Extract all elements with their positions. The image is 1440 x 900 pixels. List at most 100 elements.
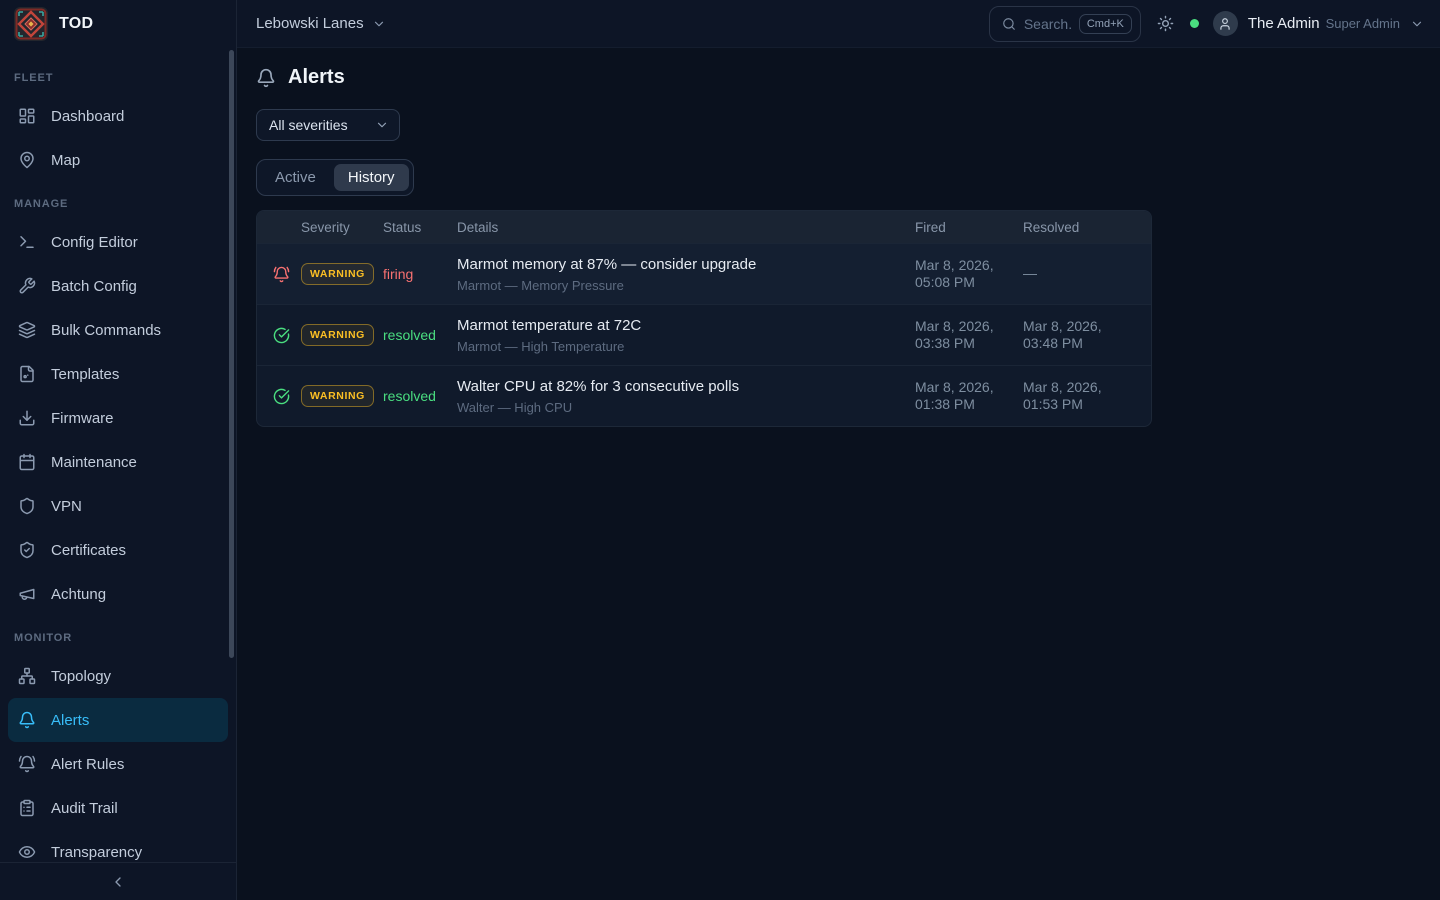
bell-icon bbox=[256, 68, 276, 88]
alert-title: Walter CPU at 82% for 3 consecutive poll… bbox=[457, 378, 915, 395]
clipboard-list-icon bbox=[18, 799, 36, 817]
user-role: Super Admin bbox=[1326, 16, 1400, 31]
bell-ring-icon bbox=[18, 755, 36, 773]
sidebar-item-firmware[interactable]: Firmware bbox=[8, 396, 228, 440]
alerts-page: Alerts All severities Active History Sev… bbox=[237, 48, 1440, 900]
sidebar-item-label: Transparency bbox=[51, 844, 142, 861]
calendar-icon bbox=[18, 453, 36, 471]
sidebar-item-dashboard[interactable]: Dashboard bbox=[8, 94, 228, 138]
bell-icon bbox=[18, 711, 36, 729]
wrench-icon bbox=[18, 277, 36, 295]
sun-icon bbox=[1157, 15, 1174, 32]
topbar: Lebowski Lanes Cmd+K bbox=[237, 0, 1440, 48]
fired-time: Mar 8, 2026, 01:38 PM bbox=[915, 379, 1023, 414]
sidebar-item-label: Certificates bbox=[51, 542, 126, 559]
search-input[interactable] bbox=[1024, 16, 1071, 32]
dashboard-grid-icon bbox=[18, 107, 36, 125]
megaphone-icon bbox=[18, 585, 36, 603]
alerts-view-tabs: Active History bbox=[256, 159, 414, 196]
status-text: firing bbox=[383, 266, 457, 282]
sidebar-item-maintenance[interactable]: Maintenance bbox=[8, 440, 228, 484]
global-search[interactable]: Cmd+K bbox=[989, 6, 1141, 42]
severity-filter-value: All severities bbox=[269, 117, 348, 133]
sidebar-item-templates[interactable]: Templates bbox=[8, 352, 228, 396]
severity-filter-select[interactable]: All severities bbox=[256, 109, 400, 141]
table-row: WARNING firing Marmot memory at 87% — co… bbox=[257, 243, 1151, 304]
page-title: Alerts bbox=[288, 66, 345, 89]
sidebar-item-label: Alert Rules bbox=[51, 756, 124, 773]
sidebar-item-label: Batch Config bbox=[51, 278, 137, 295]
sidebar-footer bbox=[0, 862, 236, 900]
connection-status-dot bbox=[1190, 19, 1199, 28]
table-header-row: Severity Status Details Fired Resolved bbox=[257, 211, 1151, 243]
user-icon bbox=[1218, 17, 1232, 31]
resolved-time: Mar 8, 2026, 01:53 PM bbox=[1023, 379, 1135, 414]
tab-active[interactable]: Active bbox=[261, 164, 330, 191]
alert-title: Marmot temperature at 72C bbox=[457, 317, 915, 334]
table-row: WARNING resolved Walter CPU at 82% for 3… bbox=[257, 365, 1151, 426]
column-header-status: Status bbox=[383, 220, 457, 235]
severity-badge: WARNING bbox=[301, 263, 374, 285]
sidebar-item-label: Maintenance bbox=[51, 454, 137, 471]
status-text: resolved bbox=[383, 327, 457, 343]
column-header-details: Details bbox=[457, 220, 915, 235]
alert-subtitle: Walter — High CPU bbox=[457, 400, 915, 415]
resolved-time: — bbox=[1023, 265, 1135, 283]
sidebar-item-batch-config[interactable]: Batch Config bbox=[8, 264, 228, 308]
sidebar-item-label: Firmware bbox=[51, 410, 114, 427]
fired-time: Mar 8, 2026, 05:08 PM bbox=[915, 257, 1023, 292]
sidebar-item-topology[interactable]: Topology bbox=[8, 654, 228, 698]
user-name: The Admin bbox=[1248, 15, 1320, 32]
sidebar-item-label: Map bbox=[51, 152, 80, 169]
table-row: WARNING resolved Marmot temperature at 7… bbox=[257, 304, 1151, 365]
severity-badge: WARNING bbox=[301, 324, 374, 346]
sidebar-scrollbar-thumb[interactable] bbox=[229, 50, 234, 658]
sidebar-item-alerts[interactable]: Alerts bbox=[8, 698, 228, 742]
tab-history[interactable]: History bbox=[334, 164, 409, 191]
sidebar-item-label: VPN bbox=[51, 498, 82, 515]
chevron-down-icon bbox=[372, 17, 386, 31]
alert-title: Marmot memory at 87% — consider upgrade bbox=[457, 256, 915, 273]
sidebar-item-label: Topology bbox=[51, 668, 111, 685]
sidebar-item-achtung[interactable]: Achtung bbox=[8, 572, 228, 616]
eye-icon bbox=[18, 843, 36, 861]
sidebar-item-vpn[interactable]: VPN bbox=[8, 484, 228, 528]
sidebar-item-label: Dashboard bbox=[51, 108, 124, 125]
shield-check-icon bbox=[18, 541, 36, 559]
alert-details: Marmot temperature at 72C Marmot — High … bbox=[457, 317, 915, 354]
avatar bbox=[1213, 11, 1238, 36]
chevron-down-icon bbox=[375, 118, 389, 132]
alert-subtitle: Marmot — High Temperature bbox=[457, 339, 915, 354]
theme-toggle-button[interactable] bbox=[1155, 13, 1176, 34]
status-text: resolved bbox=[383, 388, 457, 404]
sidebar-item-label: Alerts bbox=[51, 712, 89, 729]
rug-logo-icon bbox=[14, 7, 48, 41]
page-title-row: Alerts bbox=[256, 66, 1420, 89]
user-menu[interactable]: The Admin Super Admin bbox=[1213, 11, 1424, 36]
network-icon bbox=[18, 667, 36, 685]
sidebar: TOD FLEET Dashboard Map MANAGE Config Ed… bbox=[0, 0, 237, 900]
topbar-right: Cmd+K The Admin Super Admin bbox=[989, 6, 1424, 42]
main-column: Lebowski Lanes Cmd+K bbox=[237, 0, 1440, 900]
sidebar-item-bulk-commands[interactable]: Bulk Commands bbox=[8, 308, 228, 352]
sidebar-item-config-editor[interactable]: Config Editor bbox=[8, 220, 228, 264]
search-shortcut-kbd: Cmd+K bbox=[1079, 14, 1132, 34]
org-selector[interactable]: Lebowski Lanes bbox=[256, 15, 386, 32]
alerts-history-table: Severity Status Details Fired Resolved W… bbox=[256, 210, 1152, 427]
sidebar-item-certificates[interactable]: Certificates bbox=[8, 528, 228, 572]
section-label-monitor: MONITOR bbox=[8, 616, 228, 654]
sidebar-item-label: Audit Trail bbox=[51, 800, 118, 817]
sidebar-item-transparency[interactable]: Transparency bbox=[8, 830, 228, 862]
terminal-icon bbox=[18, 233, 36, 251]
sidebar-nav: FLEET Dashboard Map MANAGE Config Editor bbox=[0, 48, 236, 862]
resolved-time: Mar 8, 2026, 03:48 PM bbox=[1023, 318, 1135, 353]
chevron-down-icon bbox=[1410, 17, 1424, 31]
search-icon bbox=[1002, 17, 1016, 31]
sidebar-item-label: Config Editor bbox=[51, 234, 138, 251]
sidebar-item-map[interactable]: Map bbox=[8, 138, 228, 182]
sidebar-item-audit-trail[interactable]: Audit Trail bbox=[8, 786, 228, 830]
sidebar-collapse-button[interactable] bbox=[100, 870, 136, 894]
download-icon bbox=[18, 409, 36, 427]
alert-details: Marmot memory at 87% — consider upgrade … bbox=[457, 256, 915, 293]
sidebar-item-alert-rules[interactable]: Alert Rules bbox=[8, 742, 228, 786]
